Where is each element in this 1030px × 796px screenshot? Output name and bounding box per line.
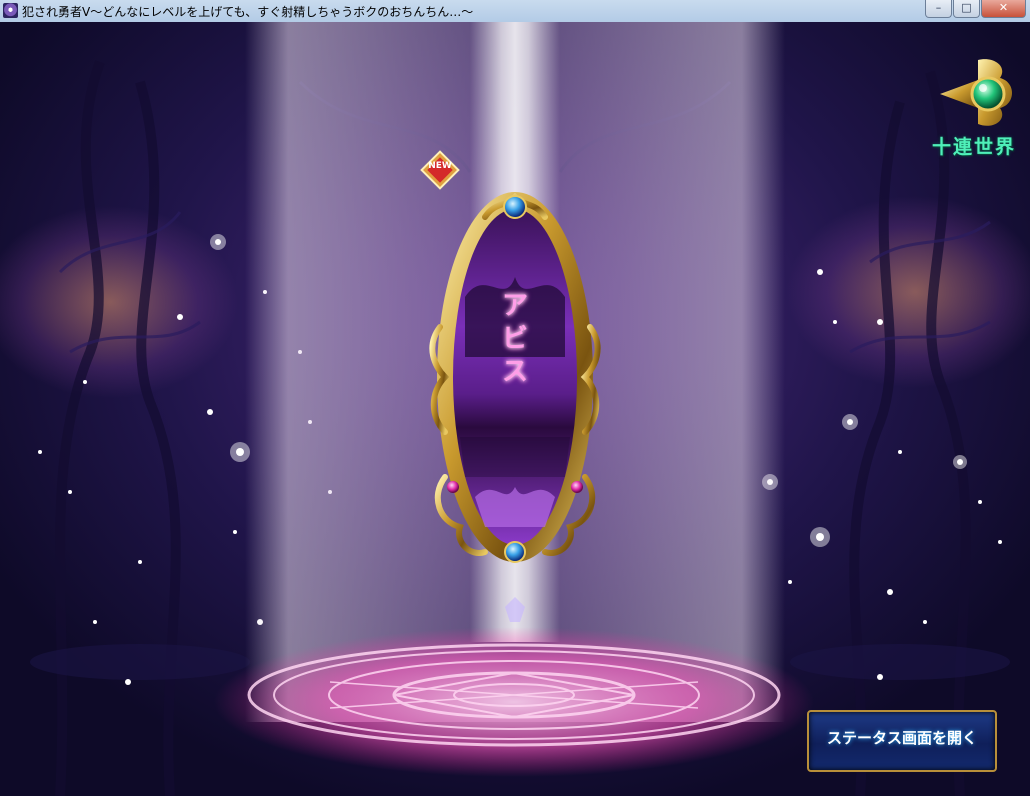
close-button[interactable]: ✕ xyxy=(981,0,1026,18)
new-badge-label: NEW xyxy=(428,161,452,171)
open-status-screen-button[interactable]: ステータス画面を開く xyxy=(807,710,997,772)
maximize-button[interactable]: □ xyxy=(953,0,980,18)
status-button-label: ステータス画面を開く xyxy=(826,729,977,747)
world-name-label: アビス xyxy=(501,291,528,387)
title-bar[interactable]: 犯され勇者Ⅴ～どんなにレベルを上げても、すぐ射精しちゃうボクのおちんちん…～ –… xyxy=(0,0,1030,23)
ten-worlds-label[interactable]: 十連世界 xyxy=(924,132,1024,159)
minimize-button[interactable]: – xyxy=(925,0,952,18)
window-title: 犯され勇者Ⅴ～どんなにレベルを上げても、すぐ射精しちゃうボクのおちんちん…～ xyxy=(22,5,474,19)
world-select-scene: アビス NEW 十連世界 ステータス画面を開く xyxy=(0,22,1030,796)
green-orb-ornament-icon[interactable] xyxy=(938,52,1018,132)
app-icon xyxy=(3,3,18,18)
game-window: 犯され勇者Ⅴ～どんなにレベルを上げても、すぐ射精しちゃうボクのおちんちん…～ –… xyxy=(0,0,1030,796)
